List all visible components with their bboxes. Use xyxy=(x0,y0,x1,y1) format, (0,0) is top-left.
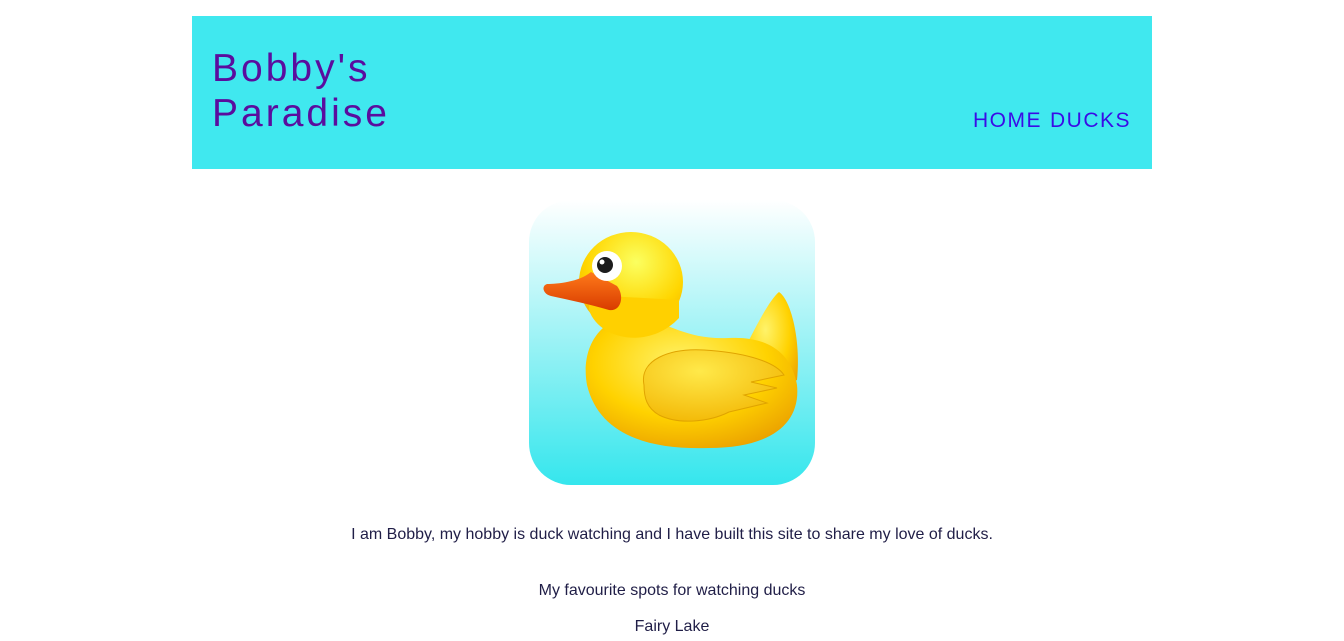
nav-link-ducks[interactable]: DUCKS xyxy=(1050,108,1131,134)
nav-link-home[interactable]: HOME xyxy=(973,108,1042,134)
spot-item-fairy-lake: Fairy Lake xyxy=(634,618,710,635)
spots-heading: My favourite spots for watching ducks xyxy=(538,582,806,599)
site-header: Bobby's Paradise HOME DUCKS xyxy=(192,16,1152,169)
rubber-duck-icon xyxy=(529,200,815,485)
main-nav: HOME DUCKS xyxy=(973,108,1131,134)
site-title: Bobby's Paradise xyxy=(212,47,390,135)
intro-text: I am Bobby, my hobby is duck watching an… xyxy=(351,526,993,543)
hero-duck-image xyxy=(529,200,815,485)
